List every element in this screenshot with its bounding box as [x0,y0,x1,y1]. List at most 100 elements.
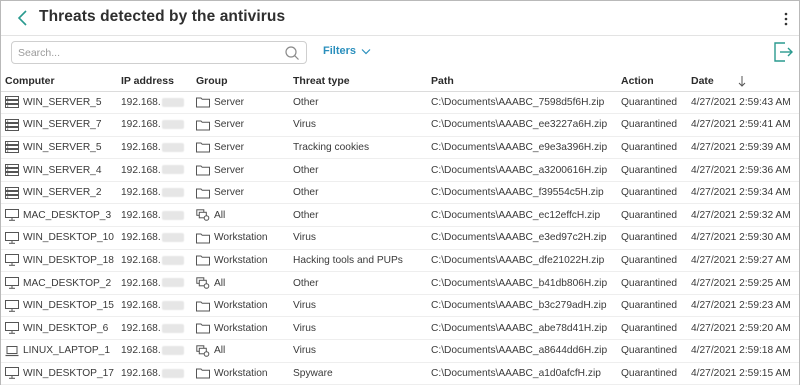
monitor-icon [5,367,19,380]
cell-path: C:\Documents\AAABC_a8644dd6H.zip [427,339,617,363]
filters-label: Filters [323,45,357,57]
cell-threat-type: Other [289,271,427,295]
table-row[interactable]: WIN_SERVER_2 192.168. Server Other C:\Docume… [1,181,799,205]
cell-threat-type: Virus [289,316,427,341]
folder-icon [196,232,210,244]
group-name: Server [214,96,245,108]
export-icon[interactable] [772,40,794,64]
cell-computer: WIN_DESKTOP_17 [1,362,117,385]
group-name: Server [214,119,245,131]
server-icon [5,164,19,177]
cell-date: 4/27/2021 2:59:43 AM [687,91,799,115]
chevron-left-icon[interactable] [13,7,33,29]
cell-date: 4/27/2021 2:59:39 AM [687,136,799,160]
ip-address: 192.168. [121,322,161,334]
cell-group: All [192,339,289,363]
cell-ip: 192.168. [117,339,192,363]
table-row[interactable]: WIN_SERVER_5 192.168. Server Tracking cooki… [1,136,799,160]
monitor-icon [5,322,19,335]
column-header-computer[interactable]: Computer [1,71,117,92]
table-row[interactable]: WIN_SERVER_7 192.168. Server Virus C:\Docume… [1,113,799,137]
arrow-down-icon[interactable] [737,75,747,87]
folder-icon [196,187,210,199]
cell-group: Server [192,158,289,182]
table-row[interactable]: LINUX_LAPTOP_1 192.168. All Virus C:\Documen… [1,339,799,363]
cell-date: 4/27/2021 2:59:36 AM [687,158,799,182]
cell-path: C:\Documents\AAABC_e3ed97c2H.zip [427,226,617,250]
table-row[interactable]: WIN_SERVER_5 192.168. Server Other C:\Docume… [1,91,799,115]
computer-name: WIN_SERVER_5 [23,141,102,153]
cell-group: Server [192,136,289,160]
filters-button[interactable]: Filters [323,45,371,57]
folder-icon [196,300,210,312]
monitor-icon [5,299,19,312]
cell-group: Workstation [192,316,289,341]
computer-name: MAC_DESKTOP_3 [23,209,112,221]
cell-path: C:\Documents\AAABC_dfe21022H.zip [427,249,617,273]
table-row[interactable]: WIN_DESKTOP_18 192.168. Workstation Hacking… [1,249,799,273]
cell-computer: WIN_SERVER_2 [1,181,117,205]
cell-threat-type: Other [289,158,427,182]
server-icon [5,96,19,109]
monitor-icon [5,231,19,244]
cell-action: Quarantined [617,136,687,160]
table-row[interactable]: WIN_DESKTOP_6 192.168. Workstation Virus C:\… [1,316,799,341]
computer-name: WIN_DESKTOP_15 [23,300,114,312]
ip-redacted [161,187,184,197]
ip-address: 192.168. [121,345,161,357]
cell-date: 4/27/2021 2:59:30 AM [687,226,799,250]
folder-icon [196,322,210,334]
table-row[interactable]: MAC_DESKTOP_2 192.168. All Other C:\Document… [1,271,799,295]
server-icon [5,118,19,131]
group-name: All [214,209,226,221]
search-input[interactable] [18,45,278,61]
cell-computer: WIN_SERVER_5 [1,136,117,160]
ip-address: 192.168. [121,209,161,221]
cell-path: C:\Documents\AAABC_7598d5f6H.zip [427,91,617,115]
cell-date: 4/27/2021 2:59:20 AM [687,316,799,341]
ip-redacted [161,346,184,356]
folder-icon [196,254,210,266]
group-name: Workstation [214,322,268,334]
column-header-ip[interactable]: IP address [117,71,192,92]
cell-ip: 192.168. [117,181,192,205]
column-header-date-label: Date [691,74,714,87]
cell-computer: WIN_DESKTOP_15 [1,294,117,318]
group-name: All [214,277,226,289]
table-header-row: Computer IP address Group Threat type Pa… [1,71,799,92]
computer-name: WIN_SERVER_2 [23,187,102,199]
cell-group: All [192,203,289,228]
cell-threat-type: Other [289,181,427,205]
cell-group: Workstation [192,294,289,318]
cell-group: Workstation [192,226,289,250]
computer-name: WIN_SERVER_7 [23,119,102,131]
cell-action: Quarantined [617,181,687,205]
column-header-group[interactable]: Group [192,71,289,92]
table-row[interactable]: WIN_DESKTOP_17 192.168. Workstation Spyware… [1,362,799,385]
threats-table: Computer IP address Group Threat type Pa… [1,71,799,385]
more-vertical-icon[interactable] [781,10,791,28]
search-icon[interactable] [284,45,300,61]
computer-name: WIN_DESKTOP_17 [23,367,114,379]
ip-redacted [161,210,184,220]
folder-icon [196,367,210,379]
column-header-action[interactable]: Action [617,71,687,92]
group-name: Workstation [214,367,268,379]
cell-date: 4/27/2021 2:59:23 AM [687,294,799,318]
group-name: Server [214,164,245,176]
chevron-down-icon [361,48,371,54]
cell-computer: WIN_SERVER_5 [1,91,117,115]
table-row[interactable]: WIN_DESKTOP_10 192.168. Workstation Virus C:… [1,226,799,250]
cell-date: 4/27/2021 2:59:15 AM [687,362,799,385]
cell-threat-type: Virus [289,339,427,363]
table-row[interactable]: WIN_DESKTOP_15 192.168. Workstation Virus C:… [1,294,799,318]
laptop-icon [5,345,19,357]
ip-address: 192.168. [121,254,161,266]
cell-path: C:\Documents\AAABC_a3200616H.zip [427,158,617,182]
column-header-threat-type[interactable]: Threat type [289,71,427,92]
table-row[interactable]: MAC_DESKTOP_3 192.168. All Other C:\Document… [1,203,799,228]
column-header-path[interactable]: Path [427,71,617,92]
cell-computer: WIN_DESKTOP_10 [1,226,117,250]
column-header-date[interactable]: Date [687,71,799,92]
table-row[interactable]: WIN_SERVER_4 192.168. Server Other C:\Docume… [1,158,799,182]
